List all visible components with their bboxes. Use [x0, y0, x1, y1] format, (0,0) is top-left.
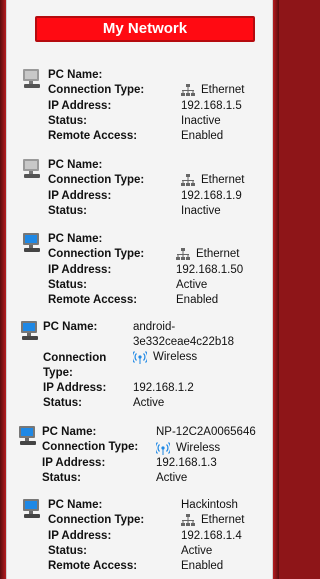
pc-name-value-line2: 3e332ceae4c22b18 — [133, 336, 235, 348]
status-label: Status: — [48, 545, 87, 557]
ethernet-icon — [181, 84, 195, 96]
connection-type-value: Ethernet — [201, 84, 245, 97]
ip-address-value: 192.168.1.50 — [176, 264, 244, 276]
remote-access-value: Enabled — [176, 294, 219, 306]
remote-access-value: Enabled — [181, 130, 224, 142]
ip-address-value: 192.168.1.4 — [181, 530, 242, 542]
status-label: Status: — [48, 205, 87, 217]
pc-name-label: PC Name: — [48, 69, 103, 81]
remote-access-label: Remote Access: — [48, 560, 138, 572]
remote-access-label: Remote Access: — [48, 130, 138, 142]
status-value: Inactive — [181, 115, 221, 127]
status-value: Active — [133, 397, 165, 409]
ip-address-label: IP Address: — [48, 264, 112, 276]
connection-type-label: Connection Type: — [48, 174, 145, 186]
status-value: Active — [176, 279, 208, 291]
pc-name-label: PC Name: — [43, 321, 98, 333]
my-network-panel: My Network PC Name: Connection Type: Eth… — [6, 0, 273, 579]
connection-type-label: Connection Type: — [48, 84, 145, 96]
status-label: Status: — [43, 397, 82, 409]
computer-icon — [23, 499, 40, 518]
pc-name-value: NP-12C2A0065646 — [156, 426, 256, 438]
panel-title: My Network — [35, 16, 255, 42]
ip-address-label: IP Address: — [42, 457, 106, 469]
ip-address-value: 192.168.1.3 — [156, 457, 217, 469]
pc-name-label: PC Name: — [48, 159, 103, 171]
computer-icon — [23, 159, 40, 178]
right-border — [273, 0, 279, 579]
ip-address-label: IP Address: — [48, 530, 112, 542]
ip-address-value: 192.168.1.5 — [181, 100, 242, 112]
remote-access-label: Remote Access: — [48, 294, 138, 306]
computer-icon — [23, 69, 40, 88]
ip-address-label: IP Address: — [43, 382, 107, 394]
ethernet-icon — [181, 514, 195, 526]
connection-type-value: Ethernet — [196, 248, 240, 261]
ip-address-label: IP Address: — [48, 100, 112, 112]
ethernet-icon — [176, 248, 190, 260]
status-value: Inactive — [181, 205, 221, 217]
pc-name-label: PC Name: — [48, 499, 103, 511]
connection-type-value: Wireless — [176, 442, 221, 455]
ip-address-label: IP Address: — [48, 190, 112, 202]
pc-name-value: Hackintosh — [181, 499, 238, 511]
status-label: Status: — [42, 472, 81, 484]
status-label: Status: — [48, 279, 87, 291]
ip-address-value: 192.168.1.9 — [181, 190, 242, 202]
pc-name-value-line1: android- — [133, 321, 176, 333]
computer-icon — [23, 233, 40, 252]
connection-type-label: Connection Type: — [48, 248, 145, 260]
connection-label: Connection — [43, 352, 107, 364]
connection-type-value: Wireless — [153, 351, 198, 364]
computer-icon — [19, 426, 36, 445]
remote-access-value: Enabled — [181, 560, 224, 572]
status-value: Active — [156, 472, 188, 484]
ip-address-value: 192.168.1.2 — [133, 382, 194, 394]
pc-name-label: PC Name: — [42, 426, 97, 438]
connection-type-label: Connection Type: — [42, 441, 139, 453]
wireless-icon — [156, 442, 170, 455]
status-label: Status: — [48, 115, 87, 127]
connection-type-value: Ethernet — [201, 174, 245, 187]
status-value: Active — [181, 545, 213, 557]
connection-type-label: Connection Type: — [48, 514, 145, 526]
type-label: Type: — [43, 367, 73, 379]
pc-name-label: PC Name: — [48, 233, 103, 245]
connection-type-value: Ethernet — [201, 514, 245, 527]
ethernet-icon — [181, 174, 195, 186]
wireless-icon — [133, 351, 147, 364]
computer-icon — [21, 321, 38, 340]
